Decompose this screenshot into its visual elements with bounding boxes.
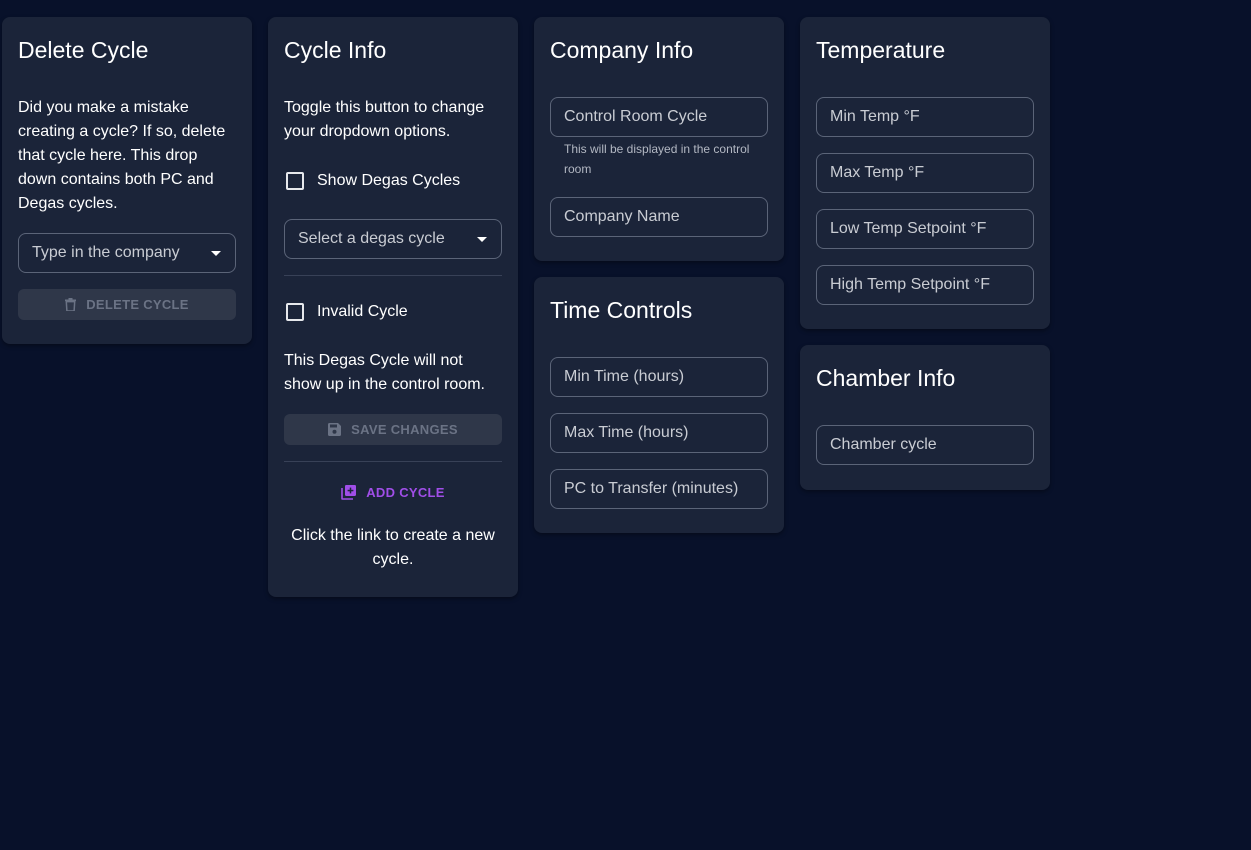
add-cycle-note: Click the link to create a new cycle. [291,527,495,568]
delete-cycle-button[interactable]: DELETE CYCLE [18,289,236,320]
pc-transfer-placeholder: PC to Transfer (minutes) [564,480,739,497]
chamber-info-title: Chamber Info [816,365,956,391]
show-degas-checkbox[interactable] [286,172,304,190]
cycle-info-card: Cycle Info Toggle this button to change … [268,17,518,597]
chevron-down-icon [211,251,221,256]
trash-icon [65,298,77,311]
chamber-info-card: Chamber Info Chamber cycle [800,345,1050,490]
delete-cycle-card: Delete Cycle Did you make a mistake crea… [2,17,252,344]
divider [284,461,502,462]
cycle-info-title: Cycle Info [284,37,387,63]
chamber-cycle-input[interactable]: Chamber cycle [816,425,1034,465]
min-temp-placeholder: Min Temp °F [830,108,920,125]
min-time-placeholder: Min Time (hours) [564,368,685,385]
delete-cycle-description: Did you make a mistake creating a cycle?… [18,99,226,212]
max-time-input[interactable]: Max Time (hours) [550,413,768,453]
low-temp-setpoint-placeholder: Low Temp Setpoint °F [830,220,987,237]
invalid-cycle-checkbox-row[interactable]: Invalid Cycle [284,300,502,324]
time-controls-title: Time Controls [550,297,693,323]
show-degas-checkbox-row[interactable]: Show Degas Cycles [284,169,502,193]
min-temp-input[interactable]: Min Temp °F [816,97,1034,137]
cycle-info-description: Toggle this button to change your dropdo… [284,99,485,140]
time-controls-card: Time Controls Min Time (hours) Max Time … [534,277,784,533]
pc-transfer-input[interactable]: PC to Transfer (minutes) [550,469,768,509]
company-select[interactable]: Type in the company [18,233,236,273]
delete-cycle-button-label: DELETE CYCLE [86,297,189,312]
add-cycle-button[interactable]: ADD CYCLE [284,480,502,504]
temperature-title: Temperature [816,37,946,63]
library-add-icon [341,485,357,500]
degas-cycle-select-placeholder: Select a degas cycle [298,230,445,247]
add-cycle-label: ADD CYCLE [366,484,445,500]
chamber-cycle-placeholder: Chamber cycle [830,436,937,453]
min-time-input[interactable]: Min Time (hours) [550,357,768,397]
temperature-card: Temperature Min Temp °F Max Temp °F Low … [800,17,1050,329]
company-select-placeholder: Type in the company [32,244,180,261]
save-changes-button[interactable]: SAVE CHANGES [284,414,502,445]
invalid-cycle-checkbox[interactable] [286,303,304,321]
max-time-placeholder: Max Time (hours) [564,424,689,441]
control-room-cycle-placeholder: Control Room Cycle [564,108,708,125]
chevron-down-icon [477,237,487,242]
degas-cycle-select[interactable]: Select a degas cycle [284,219,502,259]
control-room-cycle-input[interactable]: Control Room Cycle [550,97,768,137]
save-changes-button-label: SAVE CHANGES [351,422,458,437]
company-name-input[interactable]: Company Name [550,197,768,237]
max-temp-input[interactable]: Max Temp °F [816,153,1034,193]
company-info-title: Company Info [550,37,694,63]
low-temp-setpoint-input[interactable]: Low Temp Setpoint °F [816,209,1034,249]
company-info-card: Company Info Control Room Cycle This wil… [534,17,784,261]
high-temp-setpoint-input[interactable]: High Temp Setpoint °F [816,265,1034,305]
show-degas-label: Show Degas Cycles [317,172,461,189]
high-temp-setpoint-placeholder: High Temp Setpoint °F [830,276,990,293]
divider [284,275,502,276]
control-room-helper-text: This will be displayed in the control ro… [564,142,750,176]
delete-cycle-title: Delete Cycle [18,37,149,63]
company-name-placeholder: Company Name [564,208,680,225]
invalid-cycle-note: This Degas Cycle will not show up in the… [284,352,485,393]
floppy-disk-icon [328,423,342,436]
invalid-cycle-label: Invalid Cycle [317,303,408,320]
max-temp-placeholder: Max Temp °F [830,164,925,181]
